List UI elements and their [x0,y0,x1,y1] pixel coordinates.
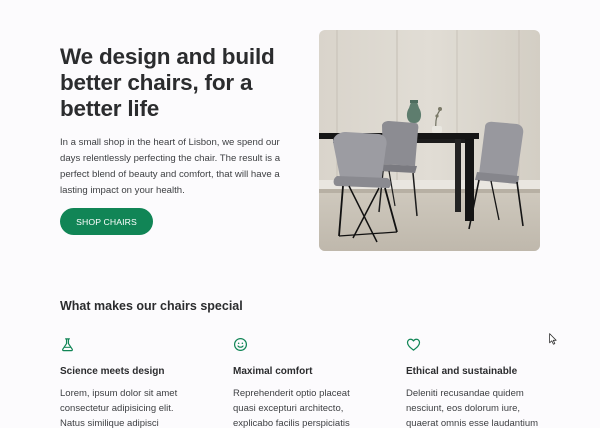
feature-title: Science meets design [60,366,165,377]
hero-chairs-photo [319,30,540,251]
feature-text: Reprehenderit optio placeat quasi except… [233,388,350,428]
feature-comfort: Maximal comfort Reprehenderit optio plac… [233,337,393,428]
mouse-cursor-icon [549,333,557,345]
shop-chairs-button[interactable]: SHOP CHAIRS [60,208,153,235]
heart-icon [406,338,421,351]
hero-description: In a small shop in the heart of Lisbon, … [60,137,281,196]
feature-text: Deleniti recusandae quidem nesciunt, eos… [406,388,539,428]
feature-text: Lorem, ipsum dolor sit amet consectetur … [60,388,178,428]
flask-icon [62,338,73,352]
feature-title: Ethical and sustainable [406,366,518,377]
feature-science: Science meets design Lorem, ipsum dolor … [60,337,220,428]
smiley-icon [233,337,248,352]
hero-section: We design and build better chairs, for a… [0,0,600,260]
feature-ethical: Ethical and sustainable Deleniti recusan… [406,337,566,428]
feature-title: Maximal comfort [233,366,313,377]
hero-title: We design and build better chairs, for a… [60,44,275,121]
features-title: What makes our chairs special [60,299,243,313]
